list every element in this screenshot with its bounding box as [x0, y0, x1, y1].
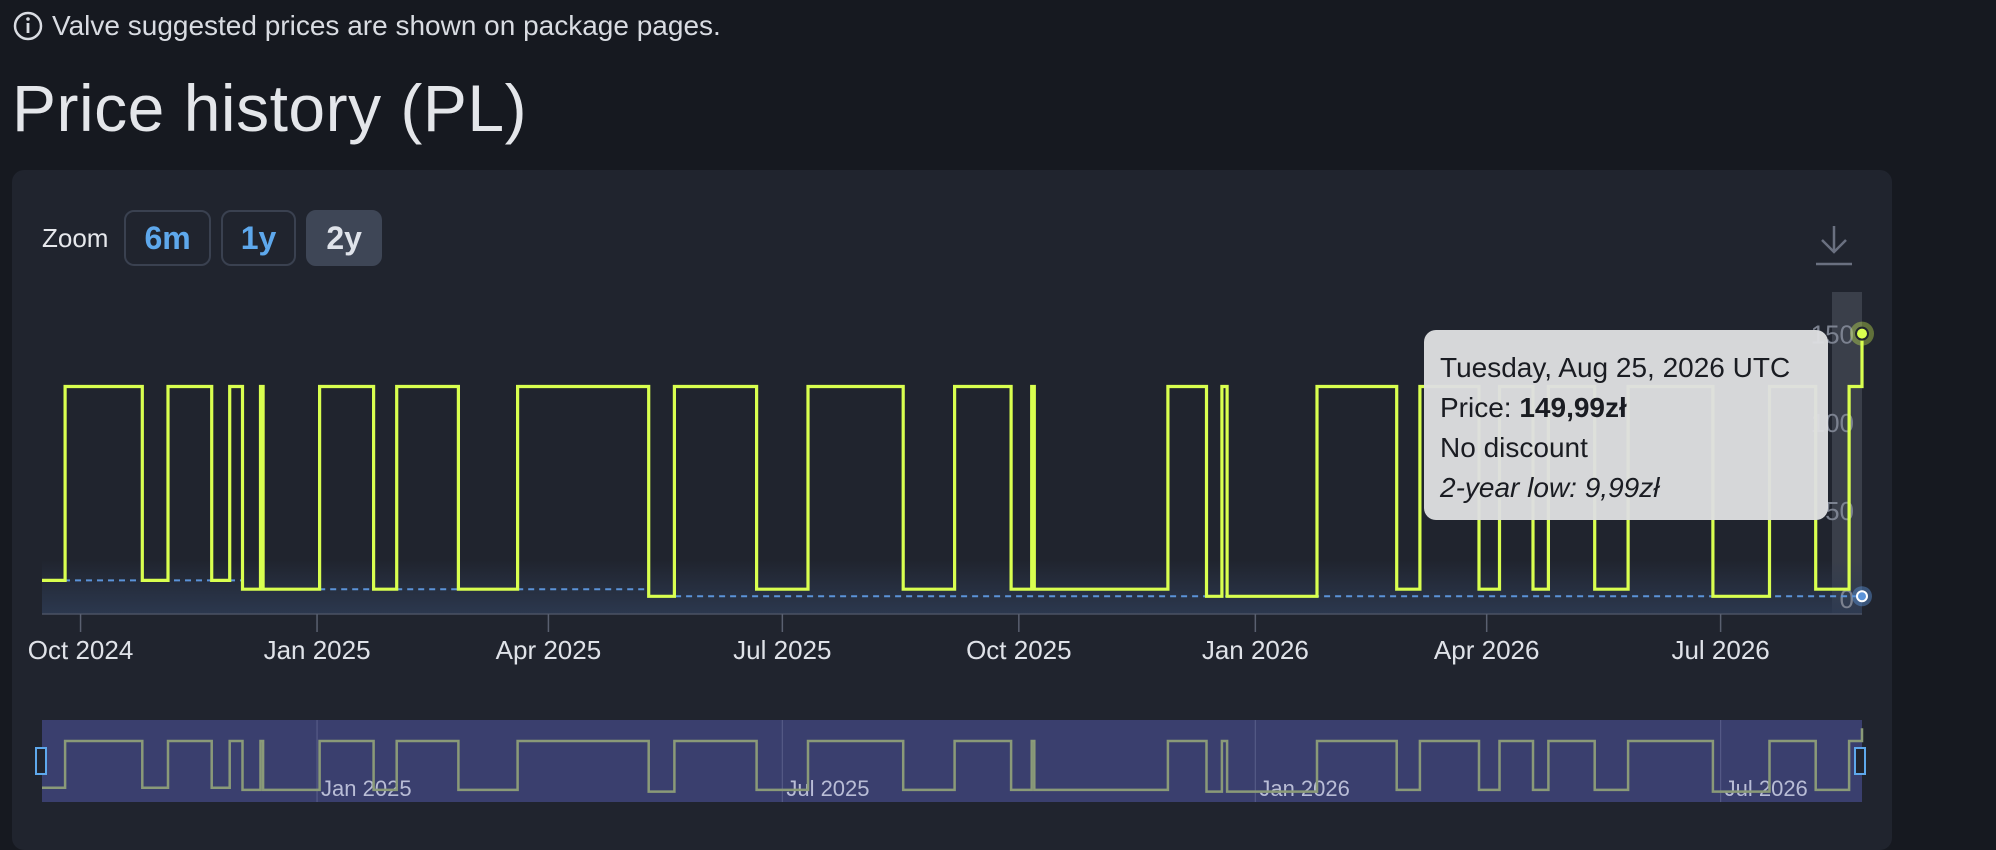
navigator-tick-label: Jul 2026 [1725, 776, 1808, 801]
tooltip-price-value: 149,99zł [1519, 392, 1627, 423]
x-tick-label: Apr 2026 [1434, 635, 1540, 665]
x-tick-label: Jul 2025 [733, 635, 831, 665]
x-tick-label: Jul 2026 [1671, 635, 1769, 665]
x-tick-label: Jan 2026 [1202, 635, 1309, 665]
tooltip-discount: No discount [1440, 432, 1588, 463]
chart-tooltip: Tuesday, Aug 25, 2026 UTC Price: 149,99z… [1424, 330, 1828, 520]
x-tick-label: Apr 2025 [496, 635, 602, 665]
hover-point[interactable] [1855, 326, 1869, 341]
navigator-tick-label: Jan 2026 [1259, 776, 1350, 801]
tooltip-date: Tuesday, Aug 25, 2026 UTC [1440, 352, 1791, 383]
x-tick-label: Oct 2025 [966, 635, 1072, 665]
x-tick-label: Jan 2025 [264, 635, 371, 665]
navigator-handle-left[interactable] [35, 747, 47, 775]
plot-floor-gradient [42, 560, 1862, 614]
low-hover-point[interactable] [1856, 590, 1868, 603]
navigator-tick-label: Jul 2025 [786, 776, 869, 801]
navigator-handle-right[interactable] [1854, 747, 1866, 775]
x-tick-label: Oct 2024 [28, 635, 134, 665]
navigator-tick-label: Jan 2025 [321, 776, 412, 801]
tooltip-low: 2-year low: 9,99zł [1440, 472, 1660, 503]
tooltip-price-row: Price: 149,99zł [1440, 388, 1812, 428]
tooltip-price-label: Price: [1440, 392, 1520, 423]
